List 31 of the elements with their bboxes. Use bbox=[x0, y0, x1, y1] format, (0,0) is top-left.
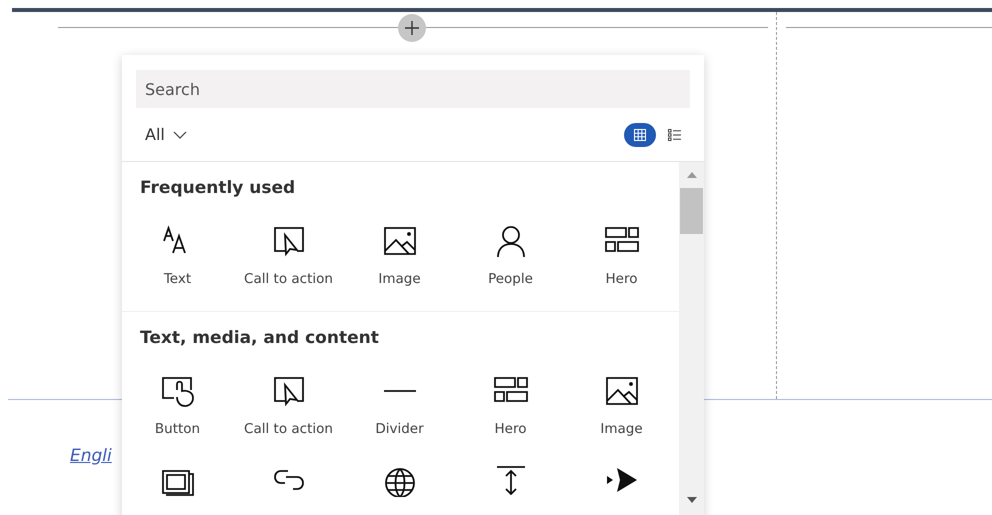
search-field[interactable]: Search bbox=[136, 70, 690, 108]
section-heading: Text, media, and content bbox=[139, 327, 380, 348]
chevron-icon bbox=[172, 130, 187, 138]
filter-dropdown[interactable]: All bbox=[136, 125, 187, 144]
web-part-tile[interactable]: Hero bbox=[455, 374, 566, 437]
spacer-icon bbox=[496, 466, 526, 494]
divider-icon bbox=[382, 389, 416, 393]
scroll-down-icon[interactable] bbox=[686, 497, 696, 503]
add-section-button[interactable] bbox=[398, 14, 426, 42]
web-part-tile[interactable]: Image bbox=[566, 374, 677, 437]
image-icon bbox=[604, 374, 640, 408]
web-part-tile[interactable]: Call to action bbox=[233, 224, 344, 287]
web-part-tile[interactable]: Hero bbox=[566, 224, 677, 287]
scrollbar[interactable] bbox=[679, 162, 704, 515]
image-icon bbox=[382, 224, 418, 258]
stream-icon bbox=[606, 467, 638, 493]
web-part-tile[interactable]: Image bbox=[344, 224, 455, 287]
grid-view-toggle[interactable] bbox=[624, 122, 656, 146]
web-part-tile[interactable]: Divider bbox=[344, 374, 455, 437]
scroll-thumb[interactable] bbox=[680, 188, 703, 234]
button-icon bbox=[160, 374, 196, 408]
section-heading: Frequently used bbox=[139, 177, 296, 198]
list-icon bbox=[668, 128, 680, 140]
link-icon bbox=[274, 470, 304, 490]
web-part-tile[interactable]: Call to action bbox=[233, 374, 344, 437]
web-part-tile[interactable]: People bbox=[455, 224, 566, 287]
plus-icon bbox=[405, 21, 419, 35]
web-part-tile[interactable]: Button bbox=[122, 374, 233, 437]
language-link[interactable]: Engli bbox=[70, 446, 112, 466]
web-part-tile[interactable]: Text bbox=[122, 224, 233, 287]
grid-icon bbox=[634, 128, 646, 140]
